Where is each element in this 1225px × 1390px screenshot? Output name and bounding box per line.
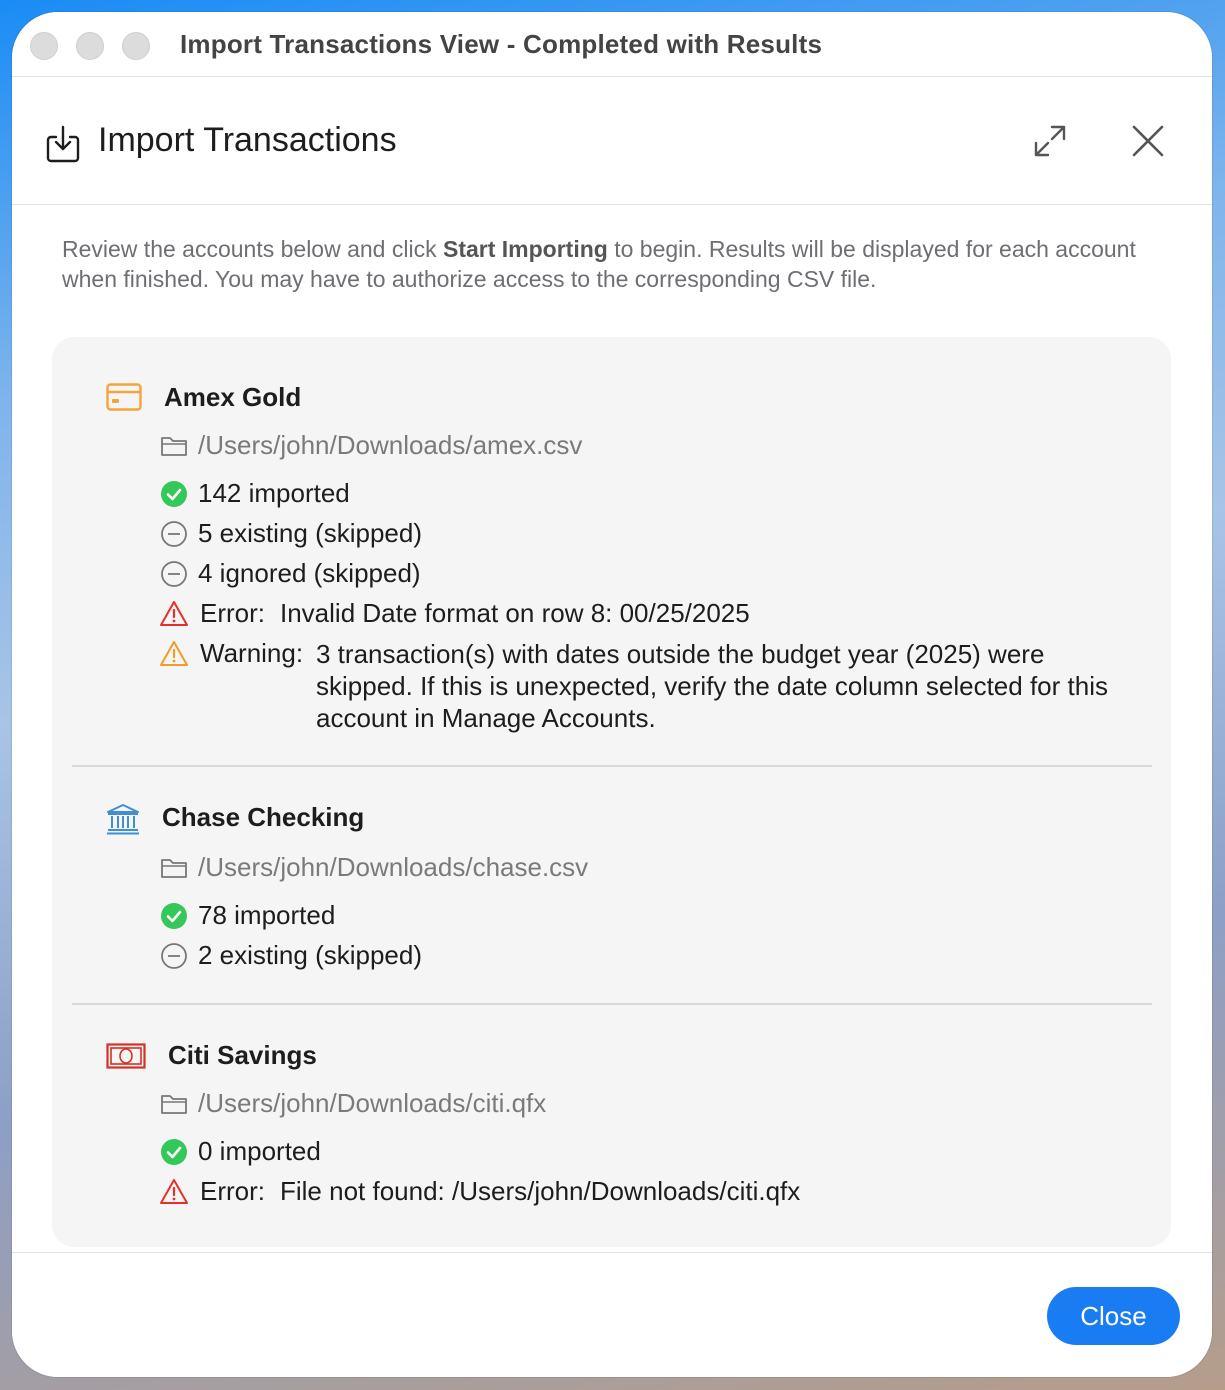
- dialog-header: Import Transactions: [12, 77, 1212, 205]
- account-name: Chase Checking: [162, 802, 365, 832]
- warning-label: Warning:: [200, 638, 304, 668]
- expand-icon[interactable]: [1030, 121, 1070, 161]
- account-name: Amex Gold: [164, 382, 302, 412]
- import-icon: [46, 125, 80, 163]
- result-text: 3 transaction(s) with dates outside the …: [316, 639, 1108, 733]
- instructions-before: Review the accounts below and click: [62, 236, 443, 262]
- import-window: Import Transactions View - Completed wit…: [12, 12, 1212, 1377]
- result-text: Invalid Date format on row 8: 00/25/2025: [280, 598, 750, 628]
- minus-circle-icon: [161, 561, 187, 587]
- folder-icon: [161, 859, 187, 878]
- result-text: 78 imported: [198, 900, 336, 930]
- file-path-text: /Users/john/Downloads/amex.csv: [198, 430, 583, 460]
- result-text: 0 imported: [198, 1136, 321, 1166]
- folder-icon: [161, 1095, 187, 1114]
- checkmark-circle-icon: [161, 481, 187, 507]
- warning-triangle-icon: [160, 641, 188, 666]
- result-text: 5 existing (skipped): [198, 518, 422, 548]
- titlebar: Import Transactions View - Completed wit…: [12, 12, 1212, 77]
- results-panel: Amex Gold /Users/john/Downloads/amex.csv…: [52, 337, 1171, 1247]
- banknote-icon: [106, 1043, 146, 1069]
- window-title: Import Transactions View - Completed wit…: [180, 29, 823, 59]
- file-path-text: /Users/john/Downloads/citi.qfx: [198, 1088, 547, 1118]
- minus-circle-icon: [161, 943, 187, 969]
- window-zoom-dot[interactable]: [122, 32, 150, 60]
- warning-triangle-icon: [160, 601, 188, 626]
- instructions-bold: Start Importing: [442, 236, 608, 262]
- result-text: 2 existing (skipped): [198, 940, 422, 970]
- divider: [72, 1003, 1152, 1005]
- checkmark-circle-icon: [161, 1139, 187, 1165]
- instructions-text: Review the accounts below and click Star…: [62, 234, 1172, 294]
- window-minimize-dot[interactable]: [76, 32, 104, 60]
- error-label: Error:: [200, 598, 265, 628]
- divider: [72, 765, 1152, 767]
- account-name: Citi Savings: [168, 1040, 317, 1070]
- credit-card-icon: [106, 383, 142, 411]
- folder-icon: [161, 437, 187, 456]
- dialog-title: Import Transactions: [98, 121, 397, 159]
- error-label: Error:: [200, 1176, 265, 1206]
- checkmark-circle-icon: [161, 903, 187, 929]
- window-close-dot[interactable]: [30, 32, 58, 60]
- warning-triangle-icon: [160, 1179, 188, 1204]
- bank-icon: [107, 804, 139, 835]
- close-icon[interactable]: [1128, 121, 1168, 161]
- file-path-text: /Users/john/Downloads/chase.csv: [198, 852, 589, 882]
- result-text: 4 ignored (skipped): [198, 558, 421, 588]
- close-button[interactable]: Close: [1047, 1287, 1180, 1345]
- result-text: 142 imported: [198, 478, 350, 508]
- minus-circle-icon: [161, 521, 187, 547]
- result-text: File not found: /Users/john/Downloads/ci…: [280, 1176, 801, 1206]
- dialog-footer: Close: [12, 1252, 1212, 1377]
